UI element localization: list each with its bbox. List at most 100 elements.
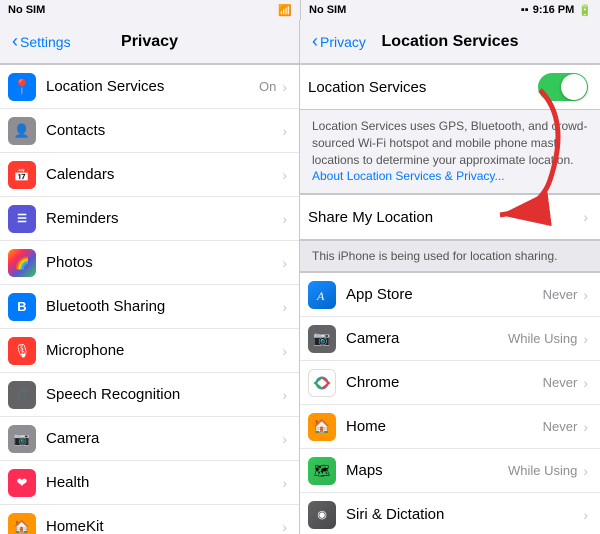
- list-item-health[interactable]: ❤ Health ›: [0, 461, 299, 505]
- home-app-icon: 🏠: [308, 413, 336, 441]
- chevron-right-icon: ›: [583, 331, 588, 347]
- right-panel: ‹ Privacy Location Services Location Ser…: [300, 20, 600, 534]
- share-my-location-item[interactable]: Share My Location ›: [300, 195, 600, 239]
- app-store-icon: A: [308, 281, 336, 309]
- health-label: Health: [46, 474, 280, 491]
- bluetooth-icon: B: [8, 293, 36, 321]
- camera-label: Camera: [46, 430, 280, 447]
- chevron-right-icon: ›: [282, 299, 287, 315]
- share-my-location-section: Share My Location › This iPhone is being…: [300, 194, 600, 272]
- app-item-app-store[interactable]: A App Store Never ›: [300, 273, 600, 317]
- chevron-right-icon: ›: [282, 167, 287, 183]
- chevron-right-icon: ›: [282, 123, 287, 139]
- status-bar-container: No SIM 📶 No SIM ▪▪ 9:16 PM 🔋: [0, 0, 600, 20]
- privacy-back-button[interactable]: ‹ Privacy: [312, 33, 372, 50]
- battery-icon: 🔋: [578, 4, 592, 17]
- photos-icon: 🌈: [8, 249, 36, 277]
- microphone-label: Microphone: [46, 342, 280, 359]
- location-services-value: On: [259, 79, 276, 94]
- chevron-right-icon: ›: [282, 255, 287, 271]
- siri-dictation-icon: ◉: [308, 501, 336, 529]
- photos-label: Photos: [46, 254, 280, 271]
- chevron-right-icon: ›: [282, 387, 287, 403]
- location-services-toggle[interactable]: [538, 73, 588, 101]
- privacy-settings-section: 📍 Location Services On › 👤 Contacts › 📅 …: [0, 64, 299, 534]
- calendars-icon: 📅: [8, 161, 36, 189]
- list-item-speech-recognition[interactable]: 🎵 Speech Recognition ›: [0, 373, 299, 417]
- chevron-right-icon: ›: [583, 287, 588, 303]
- homekit-label: HomeKit: [46, 518, 280, 534]
- chevron-right-icon: ›: [583, 463, 588, 479]
- privacy-list: 📍 Location Services On › 👤 Contacts › 📅 …: [0, 64, 299, 534]
- app-item-maps[interactable]: 🗺 Maps While Using ›: [300, 449, 600, 493]
- chevron-right-icon: ›: [282, 79, 287, 95]
- list-item-calendars[interactable]: 📅 Calendars ›: [0, 153, 299, 197]
- speech-recognition-label: Speech Recognition: [46, 386, 280, 403]
- left-nav-title: Privacy: [72, 33, 227, 51]
- maps-app-permission: While Using: [508, 463, 577, 478]
- maps-app-icon: 🗺: [308, 457, 336, 485]
- app-store-name: App Store: [346, 286, 543, 303]
- settings-back-label: Settings: [20, 34, 71, 50]
- location-services-toggle-section: Location Services: [300, 64, 600, 110]
- location-services-icon: 📍: [8, 73, 36, 101]
- camera-icon: 📷: [8, 425, 36, 453]
- left-panel: ‹ Settings Privacy 📍 Location Services O…: [0, 20, 300, 534]
- camera-app-permission: While Using: [508, 331, 577, 346]
- app-item-camera[interactable]: 📷 Camera While Using ›: [300, 317, 600, 361]
- home-app-permission: Never: [543, 419, 578, 434]
- list-item-camera[interactable]: 📷 Camera ›: [0, 417, 299, 461]
- chevron-right-icon: ›: [282, 211, 287, 227]
- right-carrier: No SIM: [309, 4, 346, 16]
- reminders-label: Reminders: [46, 210, 280, 227]
- calendars-label: Calendars: [46, 166, 280, 183]
- app-permissions-list: A App Store Never › 📷 Camera While Using…: [300, 272, 600, 534]
- health-icon: ❤: [8, 469, 36, 497]
- chrome-app-name: Chrome: [346, 374, 543, 391]
- contacts-label: Contacts: [46, 122, 280, 139]
- home-app-name: Home: [346, 418, 543, 435]
- list-item-bluetooth-sharing[interactable]: B Bluetooth Sharing ›: [0, 285, 299, 329]
- siri-dictation-app-name: Siri & Dictation: [346, 506, 577, 523]
- list-item-location-services[interactable]: 📍 Location Services On ›: [0, 65, 299, 109]
- maps-app-name: Maps: [346, 462, 508, 479]
- location-services-info-box: Location Services uses GPS, Bluetooth, a…: [300, 110, 600, 194]
- settings-back-button[interactable]: ‹ Settings: [12, 33, 72, 50]
- right-wifi-icon: ▪▪: [521, 4, 529, 16]
- app-item-chrome[interactable]: Chrome Never ›: [300, 361, 600, 405]
- bluetooth-sharing-label: Bluetooth Sharing: [46, 298, 280, 315]
- svg-text:A: A: [316, 289, 325, 303]
- share-my-location-label: Share My Location: [308, 209, 581, 226]
- app-item-siri-dictation[interactable]: ◉ Siri & Dictation ›: [300, 493, 600, 534]
- chrome-app-permission: Never: [543, 375, 578, 390]
- right-time: 9:16 PM: [533, 4, 575, 16]
- chrome-icon: [308, 369, 336, 397]
- app-item-home[interactable]: 🏠 Home Never ›: [300, 405, 600, 449]
- microphone-icon: 🎙: [8, 337, 36, 365]
- share-info-box: This iPhone is being used for location s…: [300, 240, 600, 272]
- list-item-homekit[interactable]: 🏠 HomeKit ›: [0, 505, 299, 534]
- chevron-right-icon: ›: [282, 475, 287, 491]
- chevron-right-icon: ›: [583, 209, 588, 225]
- list-item-contacts[interactable]: 👤 Contacts ›: [0, 109, 299, 153]
- chevron-right-icon: ›: [282, 343, 287, 359]
- share-info-text: This iPhone is being used for location s…: [312, 249, 557, 263]
- back-chevron-icon: ‹: [12, 32, 18, 50]
- reminders-icon: ☰: [8, 205, 36, 233]
- location-services-label: Location Services: [46, 78, 259, 95]
- chevron-right-icon: ›: [282, 431, 287, 447]
- chevron-right-icon: ›: [282, 519, 287, 534]
- left-wifi-icon: 📶: [278, 4, 292, 17]
- right-nav-bar: ‹ Privacy Location Services: [300, 20, 600, 64]
- left-nav-bar: ‹ Settings Privacy: [0, 20, 299, 64]
- privacy-back-label: Privacy: [320, 34, 366, 50]
- list-item-reminders[interactable]: ☰ Reminders ›: [0, 197, 299, 241]
- chevron-right-icon: ›: [583, 375, 588, 391]
- info-link[interactable]: About Location Services & Privacy...: [312, 169, 505, 183]
- list-item-microphone[interactable]: 🎙 Microphone ›: [0, 329, 299, 373]
- back-chevron-icon: ‹: [312, 32, 318, 50]
- list-item-photos[interactable]: 🌈 Photos ›: [0, 241, 299, 285]
- info-text: Location Services uses GPS, Bluetooth, a…: [312, 119, 587, 167]
- app-store-permission: Never: [543, 287, 578, 302]
- left-carrier: No SIM: [8, 4, 45, 16]
